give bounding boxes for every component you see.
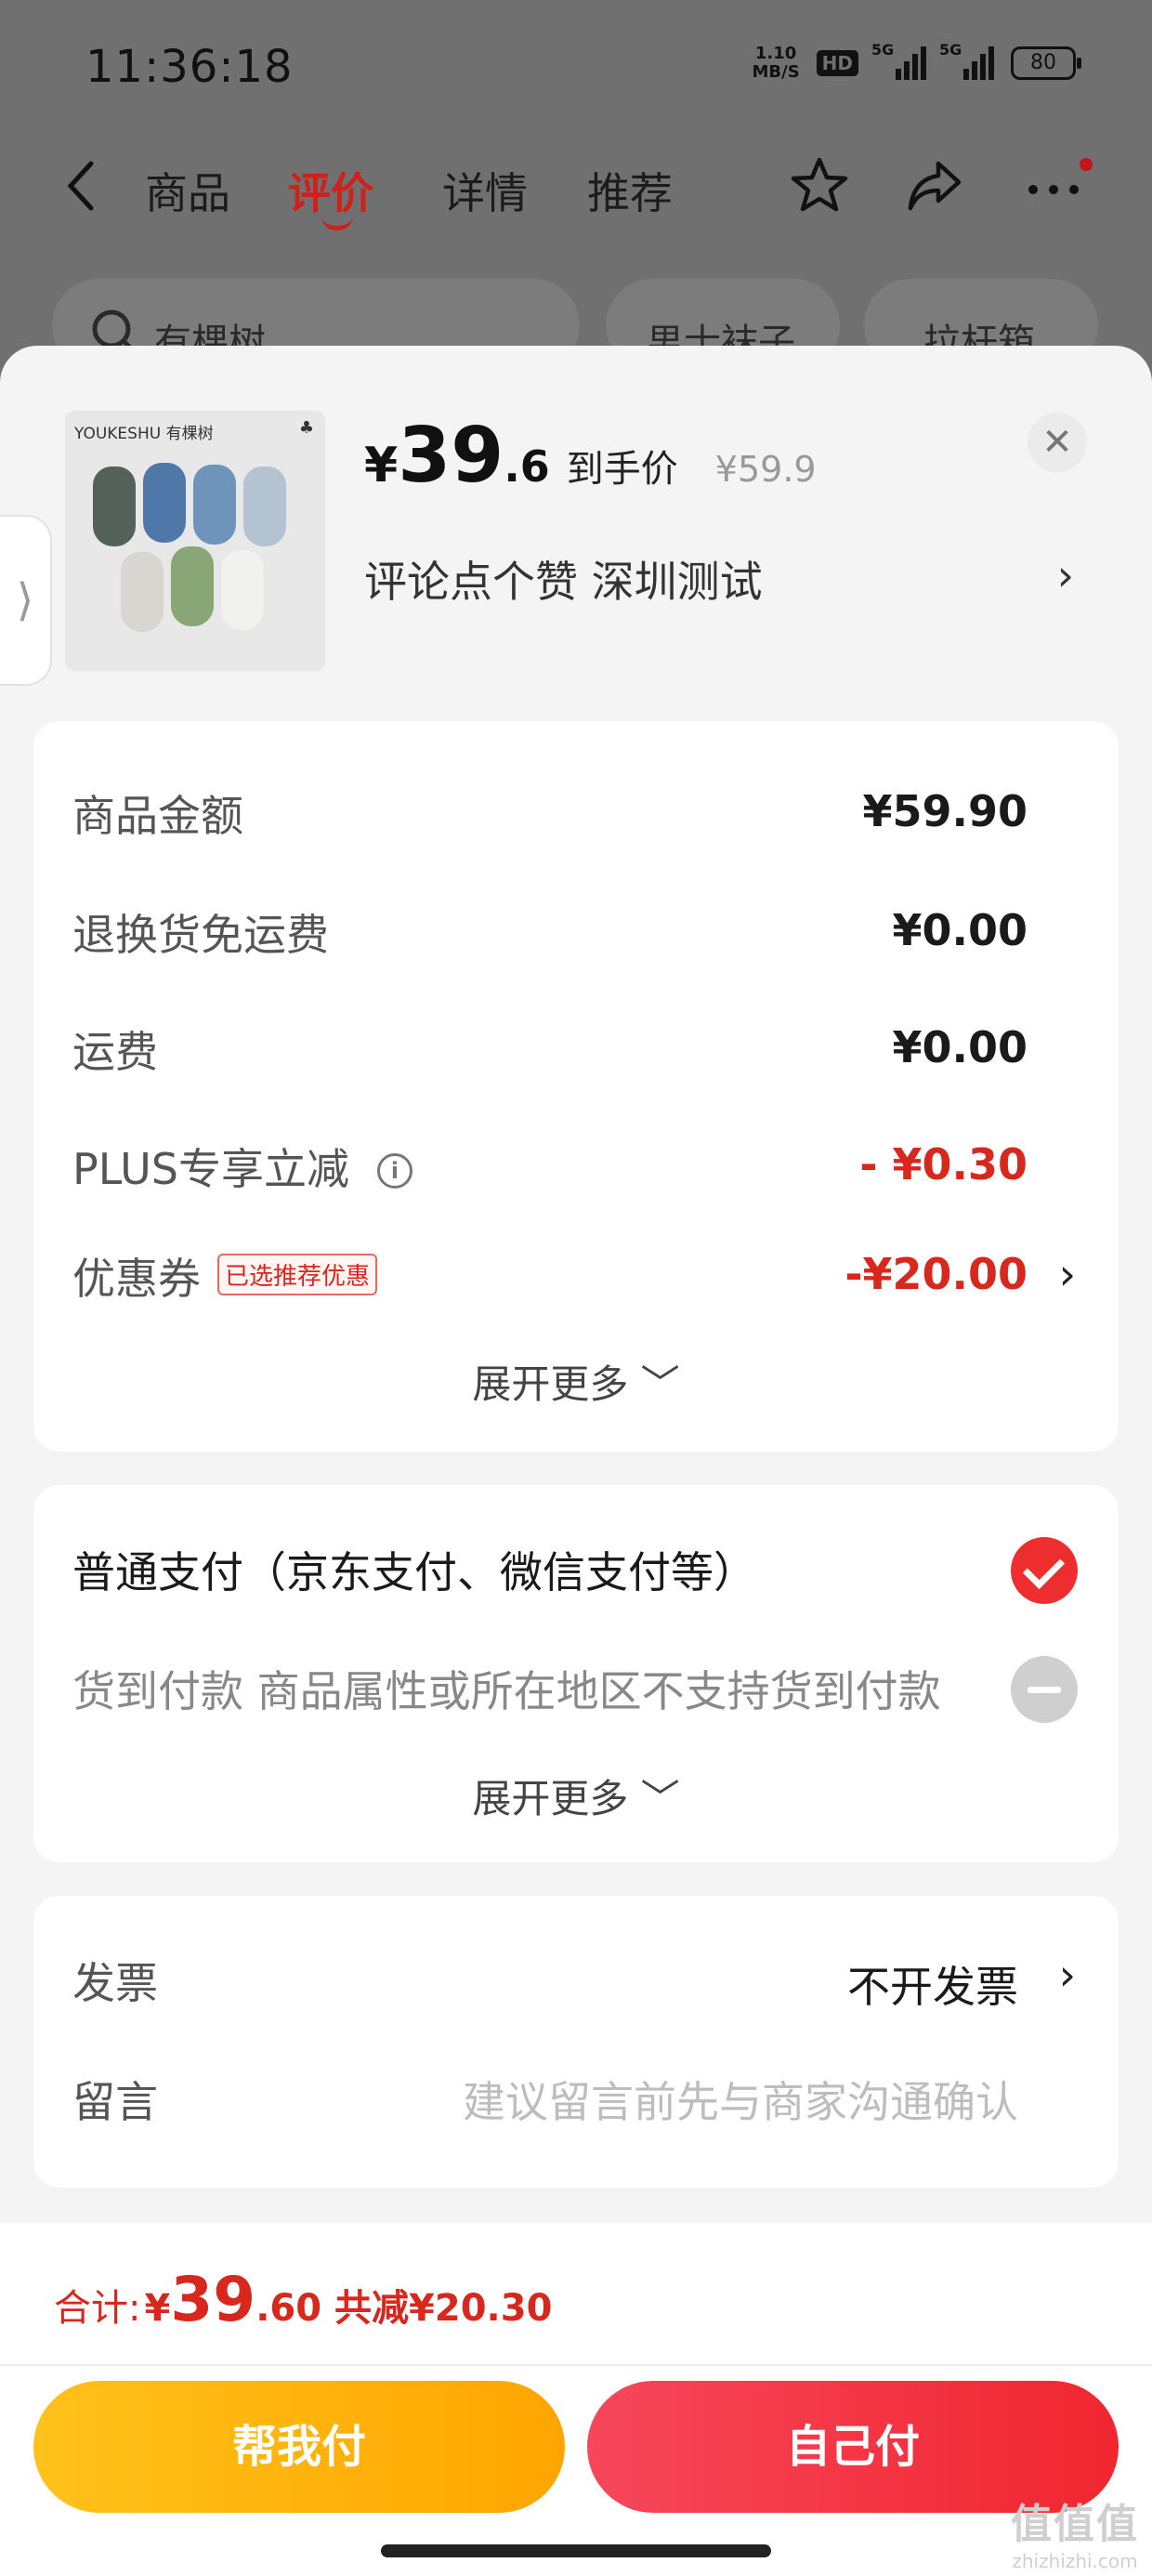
status-bar: 11:36:18 1.10 MB/S HD 5G 5G 80 bbox=[0, 0, 1152, 130]
payment-card: 普通支付（京东支付、微信支付等） 货到付款 商品属性或所在地区不支持货到付款 展… bbox=[33, 1485, 1119, 1862]
star-icon[interactable] bbox=[786, 152, 853, 219]
original-price: ¥59.9 bbox=[714, 449, 817, 490]
sock-item bbox=[193, 465, 236, 545]
share-icon[interactable] bbox=[901, 152, 968, 219]
chevron-right-icon[interactable]: › bbox=[1059, 1950, 1076, 2000]
side-drawer-handle[interactable]: ⟩ bbox=[0, 515, 52, 686]
total-integer: 39 bbox=[170, 2264, 256, 2335]
invoice-row[interactable]: 发票 不开发票 bbox=[72, 1950, 1080, 2015]
fee-row-coupon[interactable]: 优惠券 已选推荐优惠 -¥20.00 bbox=[72, 1245, 1028, 1310]
top-nav: 商品 评价 详情 推荐 bbox=[0, 139, 1152, 232]
chevron-right-icon[interactable]: › bbox=[1059, 1249, 1076, 1299]
disabled-icon bbox=[1011, 1656, 1078, 1723]
pay-option-normal[interactable]: 普通支付（京东支付、微信支付等） bbox=[72, 1539, 756, 1600]
background-page: 11:36:18 1.10 MB/S HD 5G 5G 80 商品 评价 详情 … bbox=[0, 0, 1152, 390]
info-icon[interactable]: i bbox=[376, 1153, 412, 1189]
brand-logo: YOUKESHU 有棵树 bbox=[74, 425, 214, 443]
active-tab-indicator bbox=[321, 216, 353, 230]
tab-product[interactable]: 商品 bbox=[145, 160, 230, 221]
total-line: 合计: ¥ 39 .60 共减¥20.30 bbox=[54, 2264, 553, 2335]
fee-card: 商品金额 ¥59.90 退换货免运费 ¥0.00 运费 ¥0.00 PLUS专享… bbox=[33, 721, 1119, 1452]
fee-row-goods: 商品金额 ¥59.90 bbox=[72, 786, 1028, 841]
sock-item bbox=[221, 550, 264, 630]
product-image: YOUKESHU 有棵树 ♣ bbox=[65, 411, 325, 671]
fee-row-plus-discount: PLUS专享立减 i - ¥0.30 bbox=[72, 1139, 1028, 1194]
total-decimal: .60 bbox=[255, 2287, 322, 2330]
network-speed: 1.10 MB/S bbox=[752, 44, 800, 82]
expand-more-payment[interactable]: 展开更多 ﹀ bbox=[33, 1768, 1119, 1824]
sock-item bbox=[121, 552, 164, 632]
chevron-right-icon[interactable]: › bbox=[1057, 550, 1074, 600]
sock-item bbox=[143, 463, 186, 543]
pay-for-me-button[interactable]: 帮我付 bbox=[33, 2381, 565, 2513]
status-time: 11:36:18 bbox=[85, 41, 294, 93]
final-price-label: 到手价 bbox=[566, 448, 678, 491]
brand-mark-icon: ♣ bbox=[298, 418, 314, 438]
price-integer: 39 bbox=[398, 412, 504, 500]
battery-icon: 80 bbox=[1011, 46, 1081, 80]
signal-icon-2: 5G bbox=[939, 41, 994, 80]
total-saved: 共减¥20.30 bbox=[334, 2287, 553, 2330]
extras-card: 发票 不开发票 › 留言 建议留言前先与商家沟通确认 bbox=[33, 1896, 1119, 2188]
price-decimal: .6 bbox=[504, 441, 550, 492]
selected-variant[interactable]: 评论点个赞 深圳测试 bbox=[364, 548, 763, 610]
price-line: ¥ 39 .6 到手价 ¥59.9 bbox=[364, 412, 817, 500]
notification-dot bbox=[1080, 158, 1093, 171]
signal-icon: 5G bbox=[871, 41, 926, 80]
tab-details[interactable]: 详情 bbox=[442, 160, 528, 221]
checkout-footer: 合计: ¥ 39 .60 共减¥20.30 帮我付 自己付 bbox=[0, 2223, 1152, 2576]
back-icon[interactable] bbox=[63, 158, 100, 214]
message-input[interactable]: 建议留言前先与商家沟通确认 bbox=[463, 2069, 1018, 2130]
checked-icon[interactable] bbox=[1011, 1537, 1078, 1604]
fee-row-return-shipping: 退换货免运费 ¥0.00 bbox=[72, 905, 1028, 960]
sock-item bbox=[93, 467, 136, 546]
tab-reviews[interactable]: 评价 bbox=[288, 160, 373, 221]
sock-item bbox=[243, 467, 286, 546]
expand-more-fees[interactable]: 展开更多 ﹀ bbox=[33, 1353, 1119, 1410]
status-icons: 1.10 MB/S HD 5G 5G 80 bbox=[752, 41, 1081, 82]
tab-recommend[interactable]: 推荐 bbox=[587, 160, 673, 221]
divider bbox=[0, 2364, 1152, 2366]
home-indicator[interactable] bbox=[381, 2544, 771, 2557]
sock-item bbox=[171, 546, 214, 626]
hd-voice-icon: HD bbox=[816, 50, 858, 76]
watermark: 值值值 zhizhizhi.com bbox=[1011, 2501, 1139, 2572]
coupon-badge: 已选推荐优惠 bbox=[217, 1254, 378, 1295]
more-icon[interactable] bbox=[1020, 152, 1087, 219]
fee-row-shipping: 运费 ¥0.00 bbox=[72, 1022, 1028, 1077]
close-icon[interactable]: ✕ bbox=[1028, 413, 1087, 472]
pay-option-cod: 货到付款 商品属性或所在地区不支持货到付款 bbox=[72, 1666, 941, 1716]
